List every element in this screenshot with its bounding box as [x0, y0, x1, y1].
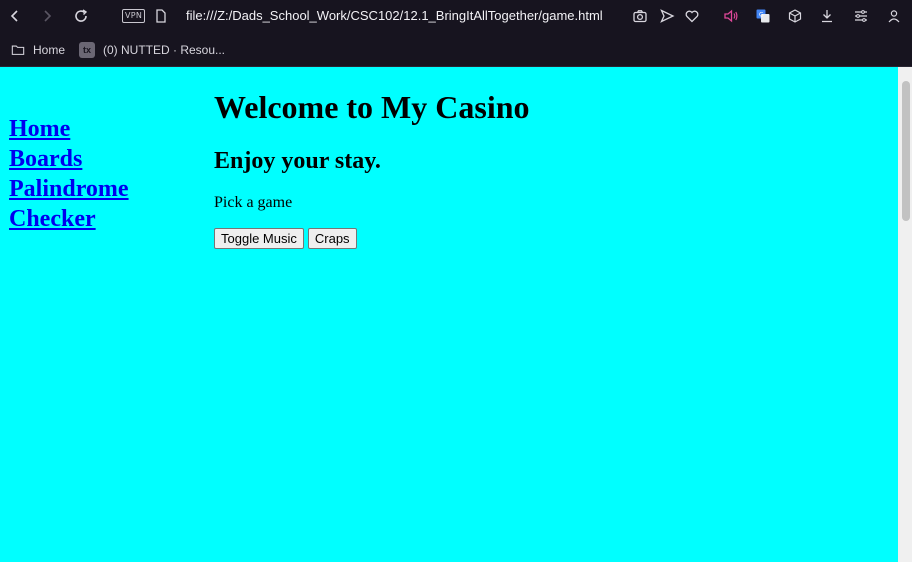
reload-icon[interactable] — [71, 6, 91, 26]
page-info-icon[interactable] — [151, 6, 171, 26]
nav-link-boards[interactable]: Boards — [9, 144, 129, 174]
vertical-scrollbar[interactable] — [898, 67, 912, 562]
side-nav: Home Boards Palindrome Checker — [9, 114, 129, 234]
svg-text:G: G — [759, 12, 764, 19]
heart-icon[interactable] — [682, 6, 702, 26]
browser-toolbar: VPN file:///Z:/Dads_School_Work/CSC102/1… — [0, 0, 912, 33]
address-bar[interactable]: file:///Z:/Dads_School_Work/CSC102/12.1_… — [186, 7, 603, 25]
bookmark-nutted[interactable]: tx (0) NUTTED · Resou... — [79, 41, 225, 59]
page-title: Welcome to My Casino — [214, 89, 530, 125]
toggle-music-button[interactable]: Toggle Music — [214, 228, 304, 249]
pick-game-text: Pick a game — [214, 194, 293, 211]
send-icon[interactable] — [657, 6, 677, 26]
camera-icon[interactable] — [630, 6, 650, 26]
forward-arrow-icon[interactable] — [37, 6, 57, 26]
speaker-icon[interactable] — [721, 6, 741, 26]
download-icon[interactable] — [817, 6, 837, 26]
scrollbar-thumb[interactable] — [902, 81, 910, 221]
bookmark-home[interactable]: Home — [11, 41, 65, 59]
craps-button[interactable]: Craps — [307, 228, 357, 249]
vpn-badge[interactable]: VPN — [122, 9, 146, 23]
bookmarks-bar: Home tx (0) NUTTED · Resou... — [0, 33, 912, 67]
nav-link-palindrome[interactable]: Palindrome — [9, 174, 129, 204]
profile-icon[interactable] — [884, 6, 904, 26]
back-arrow-icon[interactable] — [5, 6, 25, 26]
page-viewport: Home Boards Palindrome Checker Welcome t… — [0, 67, 898, 562]
page-subtitle: Enjoy your stay. — [214, 148, 381, 174]
settings-sliders-icon[interactable] — [851, 6, 871, 26]
bookmark-label: Home — [33, 43, 66, 57]
tx-favicon-icon: tx — [79, 42, 95, 58]
button-row: Toggle Music Craps — [214, 228, 357, 249]
nav-link-checker[interactable]: Checker — [9, 204, 129, 234]
main-content: Welcome to My Casino Enjoy your stay. Pi… — [214, 89, 530, 249]
translate-icon[interactable]: G — [753, 6, 773, 26]
bookmark-label: (0) NUTTED · Resou... — [103, 43, 226, 57]
cube-icon[interactable] — [785, 6, 805, 26]
folder-icon — [11, 45, 25, 55]
nav-link-home[interactable]: Home — [9, 114, 129, 144]
